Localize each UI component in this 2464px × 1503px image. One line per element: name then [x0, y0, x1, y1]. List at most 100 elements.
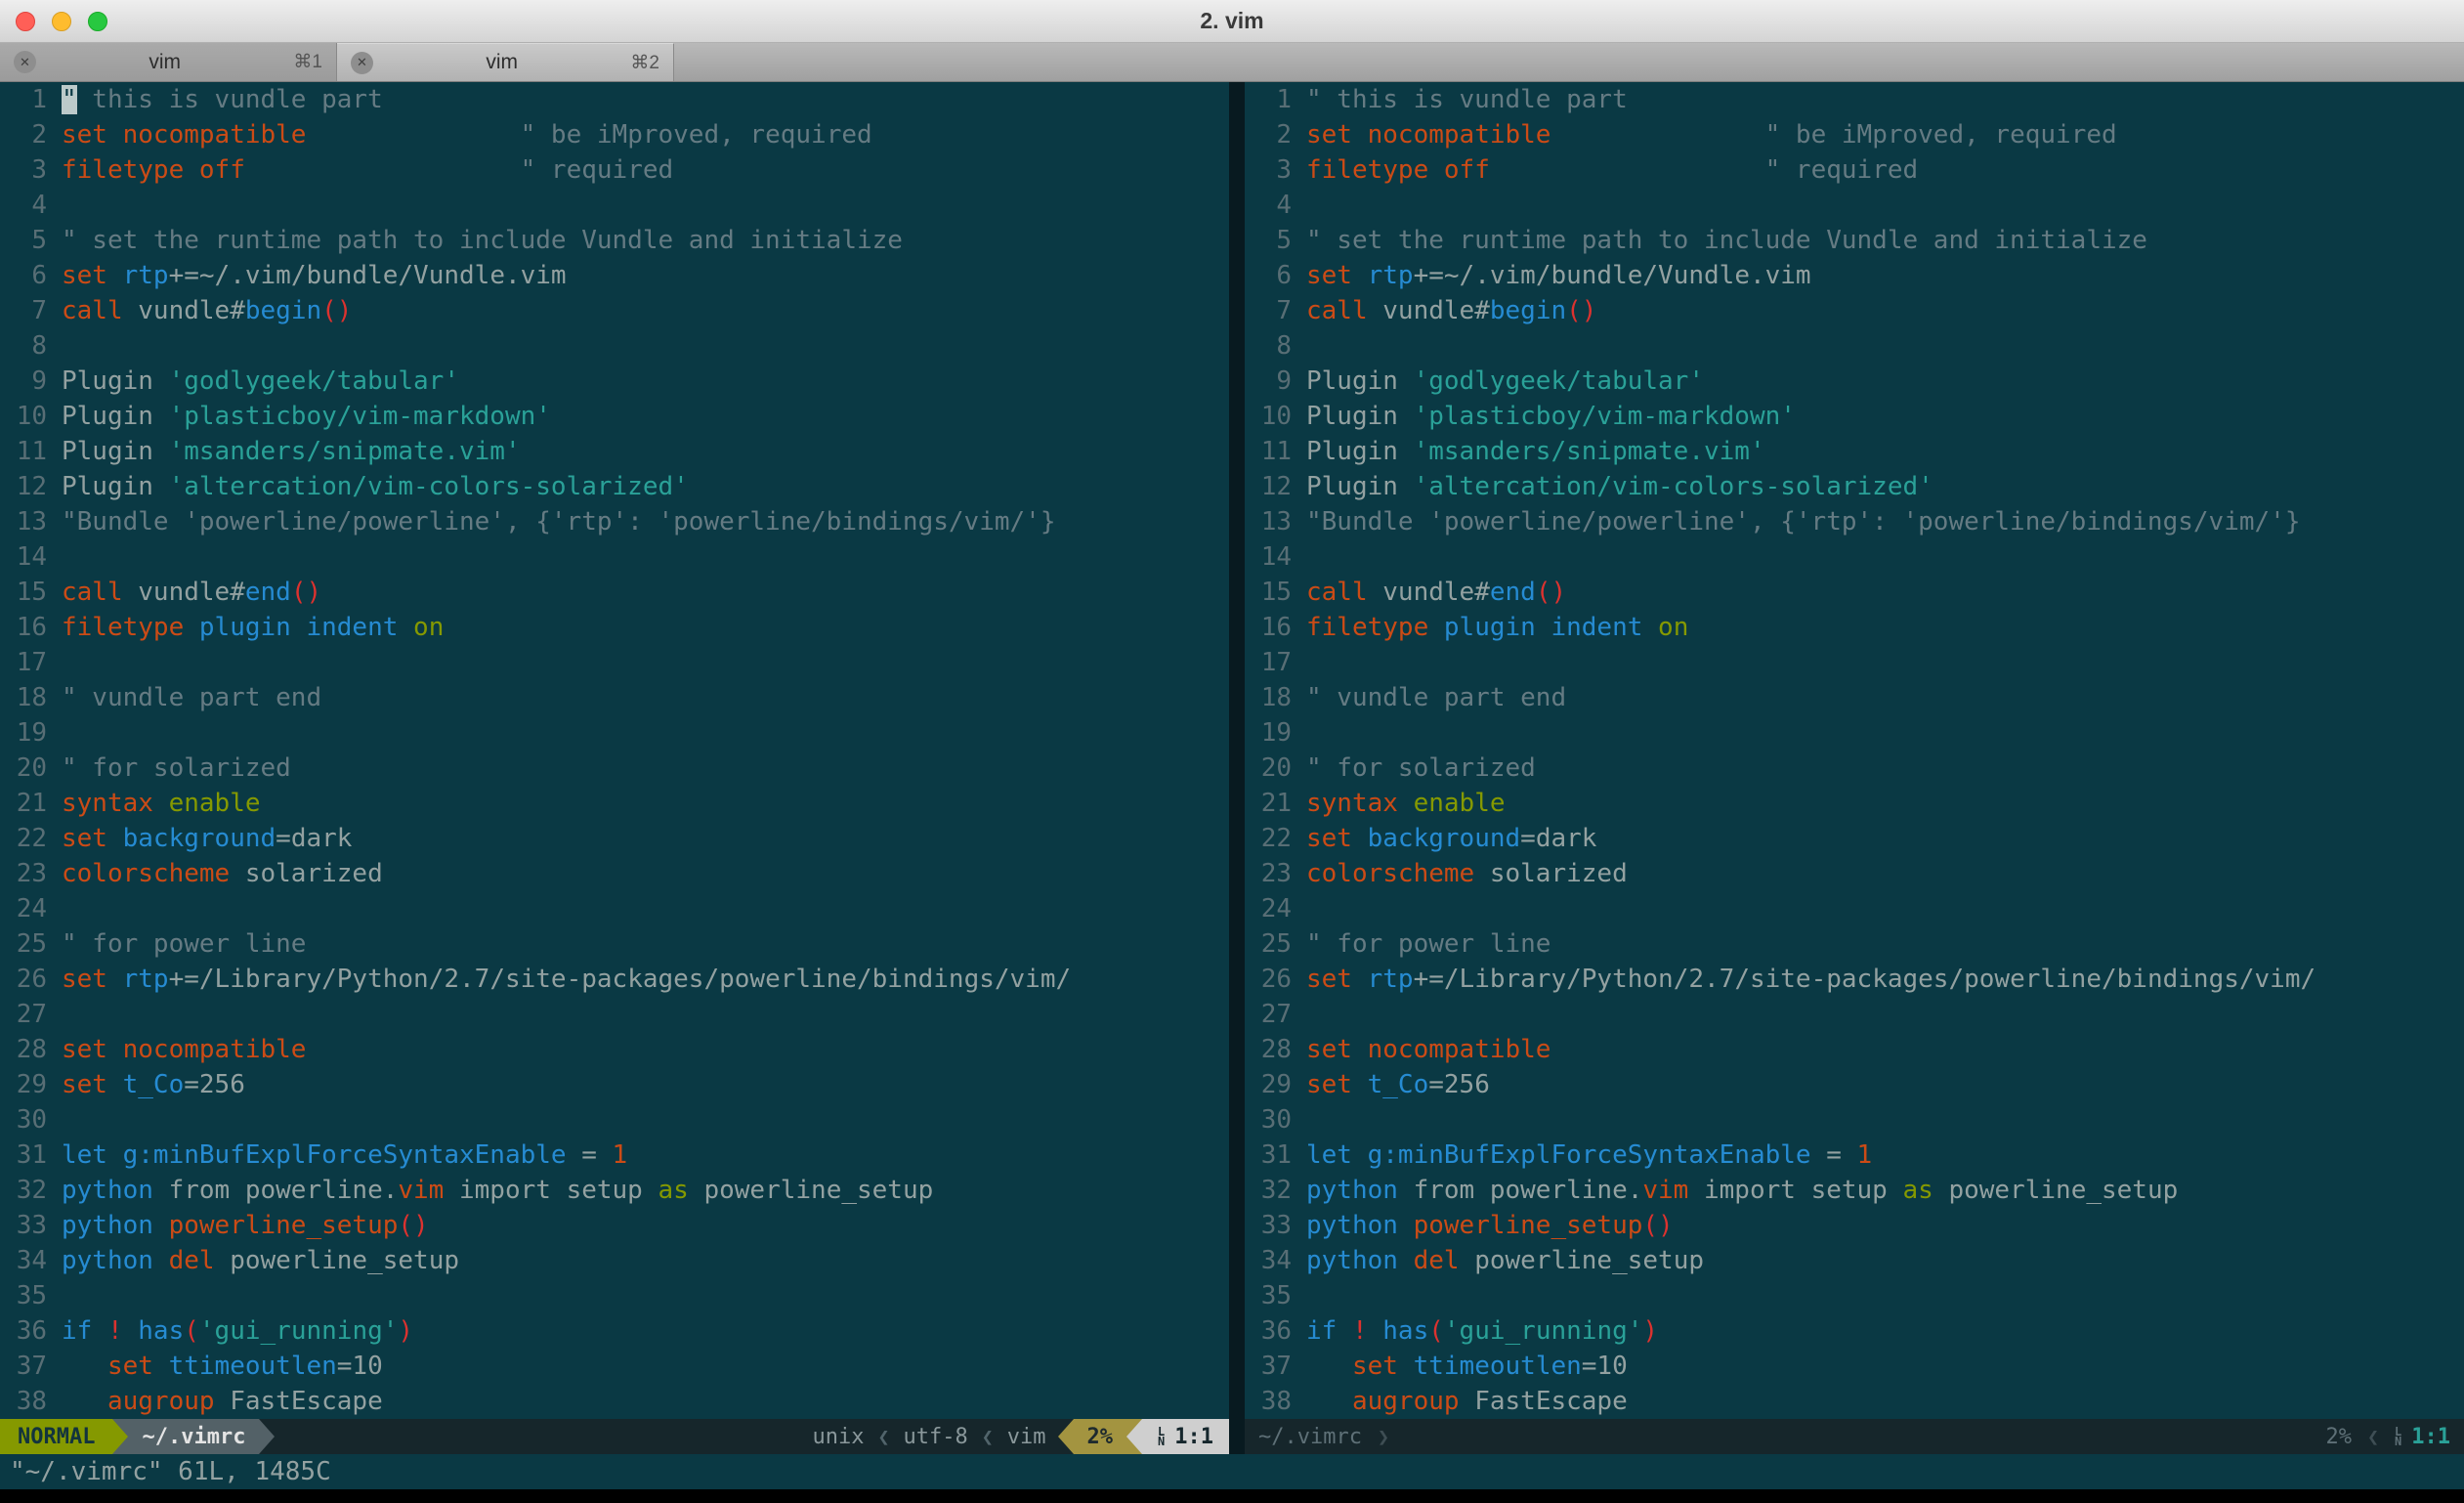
close-button[interactable]	[16, 11, 35, 31]
code-line[interactable]: 14	[0, 539, 1229, 575]
code-token: powerline_setup	[1459, 1246, 1704, 1275]
code-line[interactable]: 17	[0, 645, 1229, 680]
line-number: 8	[1276, 331, 1292, 361]
code-line[interactable]: 5 " set the runtime path to include Vundl…	[0, 223, 1229, 258]
code-line[interactable]: 12 Plugin 'altercation/vim-colors-solariz…	[1245, 469, 2464, 504]
code-line[interactable]: 8	[1245, 328, 2464, 364]
code-line[interactable]: 33 python powerline_setup()	[0, 1208, 1229, 1243]
code-line[interactable]: 15 call vundle#end()	[1245, 575, 2464, 610]
code-line[interactable]: 3 filetype off " required	[1245, 152, 2464, 188]
code-line[interactable]: 30	[1245, 1102, 2464, 1138]
code-line[interactable]: 33 python powerline_setup()	[1245, 1208, 2464, 1243]
code-line[interactable]: 38 augroup FastEscape	[1245, 1384, 2464, 1419]
code-line[interactable]: 13 "Bundle 'powerline/powerline', {'rtp':…	[1245, 504, 2464, 539]
code-line[interactable]: 26 set rtp+=/Library/Python/2.7/site-pack…	[1245, 962, 2464, 997]
minimize-button[interactable]	[52, 11, 71, 31]
code-line[interactable]: 23 colorscheme solarized	[1245, 856, 2464, 891]
code-line[interactable]: 4	[0, 188, 1229, 223]
code-line[interactable]: 35	[0, 1278, 1229, 1313]
code-token: Plugin	[62, 402, 169, 431]
code-line[interactable]: 5 " set the runtime path to include Vundl…	[1245, 223, 2464, 258]
code-line[interactable]: 20 " for solarized	[1245, 751, 2464, 786]
code-line[interactable]: 22 set background=dark	[1245, 821, 2464, 856]
code-line[interactable]: 2 set nocompatible " be iMproved, require…	[1245, 117, 2464, 152]
vim-command-line[interactable]: "~/.vimrc" 61L, 1485C	[0, 1454, 2464, 1489]
code-line[interactable]: 19	[0, 715, 1229, 751]
code-line[interactable]: 6 set rtp+=~/.vim/bundle/Vundle.vim	[1245, 258, 2464, 293]
code-line[interactable]: 32 python from powerline.vim import setup…	[1245, 1173, 2464, 1208]
code-line[interactable]: 28 set nocompatible	[0, 1032, 1229, 1067]
code-line[interactable]: 10 Plugin 'plasticboy/vim-markdown'	[1245, 399, 2464, 434]
code-line[interactable]: 24	[1245, 891, 2464, 926]
code-line[interactable]: 31 let g:minBufExplForceSyntaxEnable = 1	[0, 1138, 1229, 1173]
code-line[interactable]: 1 " this is vundle part	[1245, 82, 2464, 117]
code-line[interactable]: 7 call vundle#begin()	[1245, 293, 2464, 328]
code-line[interactable]: 29 set t_Co=256	[0, 1067, 1229, 1102]
code-token: filetype	[1306, 155, 1429, 185]
code-line[interactable]: 11 Plugin 'msanders/snipmate.vim'	[0, 434, 1229, 469]
code-line[interactable]: 28 set nocompatible	[1245, 1032, 2464, 1067]
code-line[interactable]: 27	[0, 997, 1229, 1032]
code-line[interactable]: 37 set ttimeoutlen=10	[0, 1349, 1229, 1384]
tab-close-icon[interactable]: ✕	[14, 51, 36, 73]
code-token: Plugin	[62, 472, 169, 501]
code-line[interactable]: 1 " this is vundle part	[0, 82, 1229, 117]
vim-window-left[interactable]: 1 " this is vundle part 2 set nocompatible …	[0, 82, 1229, 1419]
code-line[interactable]: 27	[1245, 997, 2464, 1032]
code-token: import setup	[444, 1176, 658, 1205]
tab-close-icon[interactable]: ✕	[351, 51, 373, 74]
code-line[interactable]: 2 set nocompatible " be iMproved, require…	[0, 117, 1229, 152]
code-line[interactable]: 31 let g:minBufExplForceSyntaxEnable = 1	[1245, 1138, 2464, 1173]
code-line[interactable]: 26 set rtp+=/Library/Python/2.7/site-pack…	[0, 962, 1229, 997]
code-line[interactable]: 16 filetype plugin indent on	[0, 610, 1229, 645]
code-line[interactable]: 13 "Bundle 'powerline/powerline', {'rtp':…	[0, 504, 1229, 539]
code-line[interactable]: 15 call vundle#end()	[0, 575, 1229, 610]
tab-vim-2[interactable]: ✕ vim ⌘2	[337, 43, 674, 81]
code-line[interactable]: 7 call vundle#begin()	[0, 293, 1229, 328]
line-number: 36	[16, 1316, 47, 1346]
code-line[interactable]: 9 Plugin 'godlygeek/tabular'	[1245, 364, 2464, 399]
code-line[interactable]: 10 Plugin 'plasticboy/vim-markdown'	[0, 399, 1229, 434]
code-line[interactable]: 21 syntax enable	[1245, 786, 2464, 821]
code-line[interactable]: 30	[0, 1102, 1229, 1138]
vim-window-right[interactable]: 1 " this is vundle part 2 set nocompatible …	[1245, 82, 2464, 1419]
code-line[interactable]: 23 colorscheme solarized	[0, 856, 1229, 891]
code-token: rtp	[122, 965, 169, 994]
code-line[interactable]: 12 Plugin 'altercation/vim-colors-solariz…	[0, 469, 1229, 504]
code-line[interactable]: 21 syntax enable	[0, 786, 1229, 821]
code-line[interactable]: 17	[1245, 645, 2464, 680]
line-number: 10	[1260, 402, 1292, 431]
code-line[interactable]: 3 filetype off " required	[0, 152, 1229, 188]
code-line[interactable]: 20 " for solarized	[0, 751, 1229, 786]
code-token: augroup	[106, 1387, 215, 1416]
code-line[interactable]: 6 set rtp+=~/.vim/bundle/Vundle.vim	[0, 258, 1229, 293]
titlebar[interactable]: 2. vim	[0, 0, 2464, 43]
code-line[interactable]: 8	[0, 328, 1229, 364]
code-line[interactable]: 16 filetype plugin indent on	[1245, 610, 2464, 645]
code-line[interactable]: 22 set background=dark	[0, 821, 1229, 856]
code-line[interactable]: 37 set ttimeoutlen=10	[1245, 1349, 2464, 1384]
code-line[interactable]: 34 python del powerline_setup	[1245, 1243, 2464, 1278]
code-line[interactable]: 34 python del powerline_setup	[0, 1243, 1229, 1278]
tab-vim-1[interactable]: ✕ vim ⌘1	[0, 43, 337, 81]
code-line[interactable]: 32 python from powerline.vim import setup…	[0, 1173, 1229, 1208]
code-line[interactable]: 35	[1245, 1278, 2464, 1313]
code-line[interactable]: 18 " vundle part end	[1245, 680, 2464, 715]
zoom-button[interactable]	[88, 11, 107, 31]
code-line[interactable]: 24	[0, 891, 1229, 926]
code-line[interactable]: 25 " for power line	[0, 926, 1229, 962]
code-line[interactable]: 19	[1245, 715, 2464, 751]
code-line[interactable]: 14	[1245, 539, 2464, 575]
split-divider[interactable]	[1229, 82, 1245, 1419]
code-line[interactable]: 38 augroup FastEscape	[0, 1384, 1229, 1419]
code-line[interactable]: 36 if ! has('gui_running')	[1245, 1313, 2464, 1349]
code-line[interactable]: 25 " for power line	[1245, 926, 2464, 962]
code-line[interactable]: 18 " vundle part end	[0, 680, 1229, 715]
code-line[interactable]: 4	[1245, 188, 2464, 223]
code-line[interactable]: 36 if ! has('gui_running')	[0, 1313, 1229, 1349]
code-line[interactable]: 11 Plugin 'msanders/snipmate.vim'	[1245, 434, 2464, 469]
code-line[interactable]: 29 set t_Co=256	[1245, 1067, 2464, 1102]
code-line[interactable]: 9 Plugin 'godlygeek/tabular'	[0, 364, 1229, 399]
